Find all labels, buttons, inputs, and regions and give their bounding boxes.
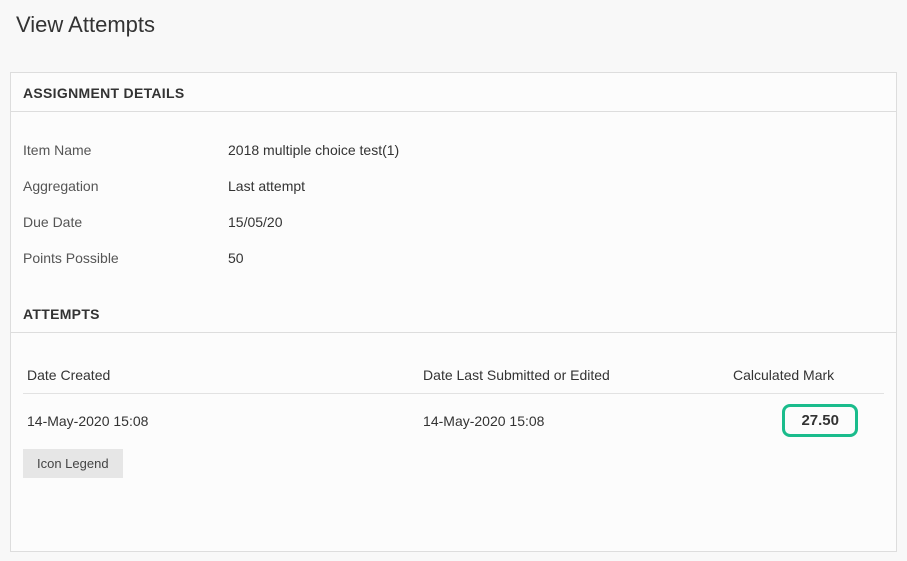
attempts-block: Date Created Date Last Submitted or Edit… xyxy=(11,333,896,498)
main-panel: ASSIGNMENT DETAILS Item Name 2018 multip… xyxy=(10,72,897,552)
col-header-date-created: Date Created xyxy=(23,357,419,394)
detail-label: Points Possible xyxy=(23,250,228,266)
detail-value: 2018 multiple choice test(1) xyxy=(228,142,399,158)
cell-date-created: 14-May-2020 15:08 xyxy=(23,394,419,448)
page-title: View Attempts xyxy=(10,12,897,38)
table-header-row: Date Created Date Last Submitted or Edit… xyxy=(23,357,884,394)
detail-label: Aggregation xyxy=(23,178,228,194)
detail-value: 50 xyxy=(228,250,244,266)
detail-row-aggregation: Aggregation Last attempt xyxy=(23,168,884,204)
detail-value: Last attempt xyxy=(228,178,305,194)
detail-row-item-name: Item Name 2018 multiple choice test(1) xyxy=(23,132,884,168)
table-row[interactable]: 14-May-2020 15:08 14-May-2020 15:08 27.5… xyxy=(23,394,884,448)
attempts-header: ATTEMPTS xyxy=(11,294,896,332)
cell-date-submitted: 14-May-2020 15:08 xyxy=(419,394,729,448)
detail-label: Item Name xyxy=(23,142,228,158)
assignment-details-header: ASSIGNMENT DETAILS xyxy=(11,73,896,111)
detail-row-due-date: Due Date 15/05/20 xyxy=(23,204,884,240)
detail-label: Due Date xyxy=(23,214,228,230)
cell-calc-mark: 27.50 xyxy=(729,394,884,448)
detail-value: 15/05/20 xyxy=(228,214,283,230)
icon-legend-button[interactable]: Icon Legend xyxy=(23,449,123,478)
detail-row-points: Points Possible 50 xyxy=(23,240,884,276)
calculated-mark-value: 27.50 xyxy=(782,404,858,437)
col-header-date-submitted: Date Last Submitted or Edited xyxy=(419,357,729,394)
col-header-calc-mark: Calculated Mark xyxy=(729,357,884,394)
attempts-table: Date Created Date Last Submitted or Edit… xyxy=(23,357,884,447)
assignment-details-block: Item Name 2018 multiple choice test(1) A… xyxy=(11,112,896,294)
